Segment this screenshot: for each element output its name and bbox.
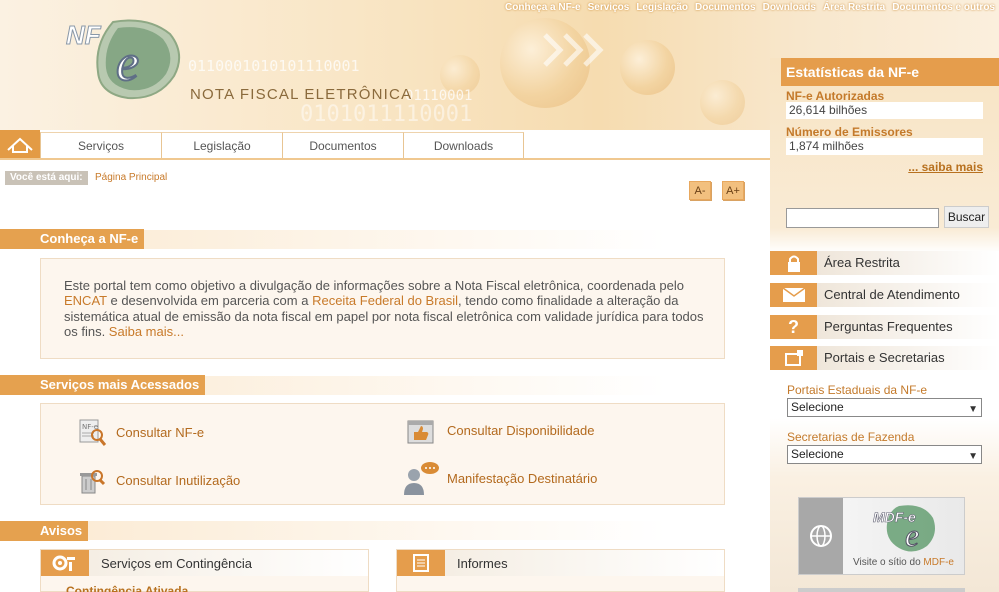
- encat-link[interactable]: ENCAT: [64, 293, 107, 308]
- intro-text-part: e desenvolvida em parceria com a: [106, 293, 313, 309]
- next-banner: [798, 588, 965, 592]
- topnav-conheca[interactable]: Conheça a NF-e: [505, 2, 581, 13]
- receita-link[interactable]: Receita Federal do Brasil: [312, 293, 458, 308]
- trash-search-icon[interactable]: [78, 467, 106, 495]
- nfe-search-icon[interactable]: NF-e: [78, 418, 106, 446]
- nav-divider: [0, 158, 770, 160]
- font-increase-button[interactable]: A+: [722, 181, 744, 200]
- user-chat-icon[interactable]: [402, 461, 440, 497]
- gear-icon: [41, 550, 89, 576]
- topnav-documentos[interactable]: Documentos: [695, 2, 756, 13]
- svg-text:e: e: [116, 35, 139, 92]
- avisos-title: Avisos: [0, 521, 89, 541]
- binary-decoration: 0101011110001: [300, 102, 473, 127]
- service-consultar-disponibilidade[interactable]: Consultar Disponibilidade: [447, 423, 594, 438]
- contingencia-header: Serviços em Contingência: [41, 550, 368, 576]
- svg-text:e: e: [905, 517, 919, 553]
- topnav-documentos-outros[interactable]: Documentos e outros: [892, 2, 995, 13]
- intro-text: Este portal tem como objetivo a divulgaç…: [64, 278, 714, 339]
- sidebar-item-central-atendimento[interactable]: Central de Atendimento: [770, 283, 999, 307]
- mdfe-logo: MDF-e e: [873, 505, 935, 554]
- document-list-icon: [397, 550, 445, 576]
- stats-title: Estatísticas da NF-e: [781, 58, 999, 86]
- mail-icon: [770, 283, 817, 307]
- nav-legislacao[interactable]: Legislação: [161, 132, 282, 159]
- thumbs-up-icon[interactable]: [406, 418, 434, 446]
- topnav-servicos[interactable]: Serviços: [588, 2, 630, 13]
- topnav-legislacao[interactable]: Legislação: [636, 2, 688, 13]
- home-button[interactable]: [0, 130, 40, 158]
- portais-select-value: Selecione: [791, 400, 844, 414]
- chevron-down-icon: ▼: [968, 404, 978, 415]
- question-icon: ?: [770, 315, 817, 339]
- secretarias-select-value: Selecione: [791, 447, 844, 461]
- svg-text:NF: NF: [66, 20, 102, 50]
- stats-issuers-label: Número de Emissores: [786, 125, 913, 139]
- portais-label: Portais Estaduais da NF-e: [787, 383, 928, 397]
- contingencia-box: Serviços em Contingência Contingência At…: [40, 549, 369, 592]
- nav-documentos[interactable]: Documentos: [282, 132, 403, 159]
- decorative-orb: [700, 80, 745, 125]
- decorative-orb: [620, 40, 675, 95]
- contingencia-item[interactable]: Contingência Ativada: [66, 584, 188, 592]
- main-navigation: Serviços Legislação Documentos Downloads: [40, 132, 524, 159]
- portais-select[interactable]: Selecione ▼: [787, 398, 982, 417]
- search-input[interactable]: [786, 208, 939, 228]
- chevron-down-icon: ▼: [968, 451, 978, 462]
- search-button[interactable]: Buscar: [944, 206, 989, 228]
- contingencia-title: Serviços em Contingência: [101, 555, 253, 571]
- service-manifestacao-destinatario[interactable]: Manifestação Destinatário: [447, 471, 597, 486]
- stats-authorized-value: 26,614 bilhões: [786, 102, 983, 119]
- informes-box: Informes: [396, 549, 725, 592]
- nav-servicos[interactable]: Serviços: [40, 132, 161, 159]
- secretarias-select[interactable]: Selecione ▼: [787, 445, 982, 464]
- mdfe-text-prefix: Visite o sítio do: [853, 557, 924, 568]
- lock-icon: [770, 251, 817, 275]
- logo-text: NOTA FISCAL ELETRÔNICA: [190, 86, 413, 103]
- sidebar-item-label: Central de Atendimento: [817, 283, 999, 307]
- sidebar-item-label: Portais e Secretarias: [817, 346, 999, 370]
- section-bar: [0, 521, 740, 540]
- window-icon: [770, 346, 817, 370]
- topnav-downloads[interactable]: Downloads: [763, 2, 816, 13]
- informes-title: Informes: [457, 555, 508, 571]
- globe-icon: [810, 525, 832, 547]
- services-title: Serviços mais Acessados: [0, 375, 206, 395]
- topnav-area-restrita[interactable]: Área Restrita: [823, 2, 885, 13]
- service-consultar-inutilizacao[interactable]: Consultar Inutilização: [116, 473, 240, 488]
- binary-decoration: 0110001010101110001: [188, 57, 360, 75]
- informes-header: Informes: [397, 550, 724, 576]
- sidebar-item-area-restrita[interactable]: Área Restrita: [770, 251, 999, 275]
- mdfe-link[interactable]: MDF-e: [923, 557, 954, 568]
- font-decrease-button[interactable]: A-: [689, 181, 711, 200]
- home-icon: [7, 137, 33, 153]
- top-navigation: Conheça a NF-e Serviços Legislação Docum…: [505, 2, 995, 13]
- sidebar-item-perguntas-frequentes[interactable]: ? Perguntas Frequentes: [770, 315, 999, 339]
- breadcrumb-current[interactable]: Página Principal: [95, 172, 167, 183]
- mdfe-text: Visite o sítio do MDF-e: [853, 557, 954, 568]
- secretarias-label: Secretarias de Fazenda: [787, 430, 915, 444]
- intro-text-part: Este portal tem como objetivo a divulgaç…: [64, 278, 685, 293]
- nfe-logo[interactable]: NF e: [58, 14, 188, 104]
- saiba-mais-link[interactable]: Saiba mais...: [109, 324, 184, 339]
- sidebar-item-label: Área Restrita: [817, 251, 999, 275]
- stats-authorized-label: NF-e Autorizadas: [786, 89, 885, 103]
- service-consultar-nfe[interactable]: Consultar NF-e: [116, 425, 204, 440]
- stats-more-link[interactable]: ... saiba mais: [908, 160, 983, 174]
- nav-downloads[interactable]: Downloads: [403, 132, 524, 159]
- stats-issuers-value: 1,874 milhões: [786, 138, 983, 155]
- sidebar-item-portais-secretarias[interactable]: Portais e Secretarias: [770, 346, 999, 370]
- sidebar-item-label: Perguntas Frequentes: [817, 315, 999, 339]
- services-box: [40, 403, 725, 505]
- intro-title: Conheça a NF-e: [0, 229, 145, 249]
- breadcrumb-label: Você está aqui:: [5, 171, 88, 185]
- arrow-decoration: [543, 33, 604, 67]
